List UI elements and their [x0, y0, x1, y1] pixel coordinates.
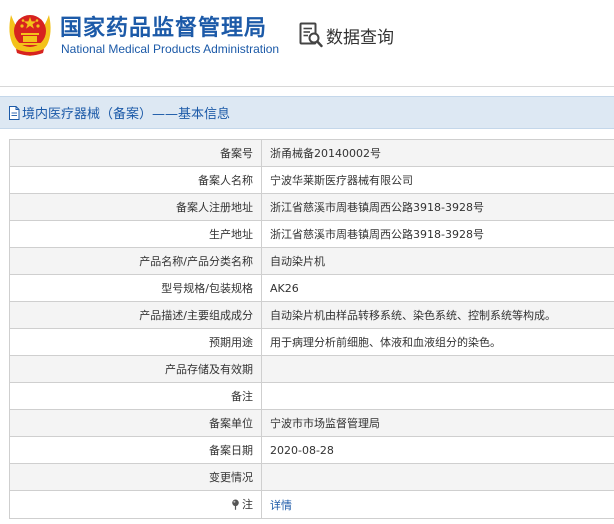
row-value: 自动染片机由样品转移系统、染色系统、控制系统等构成。	[261, 301, 614, 329]
note-label-cell: 注	[9, 490, 262, 519]
table-row: 产品名称/产品分类名称 自动染片机	[9, 247, 614, 275]
section-title: 境内医疗器械（备案）——基本信息	[22, 107, 231, 122]
data-query-label: 数据查询	[326, 27, 394, 48]
org-name-en: National Medical Products Administration	[61, 42, 280, 56]
table-row-note: 注 详情	[9, 490, 614, 519]
row-label: 备案人名称	[9, 166, 262, 194]
national-emblem-icon	[9, 15, 51, 56]
document-icon	[9, 105, 20, 120]
row-label: 备案日期	[9, 436, 262, 464]
row-label: 预期用途	[9, 328, 262, 356]
table-row: 备案日期 2020-08-28	[9, 436, 614, 464]
note-label: 注	[231, 496, 253, 512]
row-label: 产品名称/产品分类名称	[9, 247, 262, 275]
row-label: 备案号	[9, 139, 262, 167]
row-label: 备案单位	[9, 409, 262, 437]
org-name-cn: 国家药品监督管理局	[60, 16, 268, 41]
row-value: 用于病理分析前细胞、体液和血液组分的染色。	[261, 328, 614, 356]
note-label-text: 注	[242, 498, 253, 512]
table-row: 产品描述/主要组成成分 自动染片机由样品转移系统、染色系统、控制系统等构成。	[9, 301, 614, 329]
section-header: 境内医疗器械（备案）——基本信息	[0, 96, 614, 129]
record-detail-table: 备案号 浙甬械备20140002号 备案人名称 宁波华莱斯医疗器械有限公司 备案…	[9, 139, 614, 519]
row-label: 产品描述/主要组成成分	[9, 301, 262, 329]
header-divider	[0, 86, 614, 87]
site-header: 国家药品监督管理局 National Medical Products Admi…	[0, 0, 614, 80]
row-value: 宁波华莱斯医疗器械有限公司	[261, 166, 614, 194]
row-value: AK26	[261, 274, 614, 302]
detail-link[interactable]: 详情	[270, 499, 292, 512]
row-value	[261, 382, 614, 410]
table-row: 备案人注册地址 浙江省慈溪市周巷镇周西公路3918-3928号	[9, 193, 614, 221]
row-value: 浙江省慈溪市周巷镇周西公路3918-3928号	[261, 220, 614, 248]
table-row: 备案人名称 宁波华莱斯医疗器械有限公司	[9, 166, 614, 194]
row-value: 宁波市市场监督管理局	[261, 409, 614, 437]
row-value	[261, 355, 614, 383]
row-label: 生产地址	[9, 220, 262, 248]
data-query-link[interactable]: 数据查询	[299, 22, 394, 48]
table-row: 产品存储及有效期	[9, 355, 614, 383]
table-row: 备案号 浙甬械备20140002号	[9, 139, 614, 167]
row-label: 备案人注册地址	[9, 193, 262, 221]
row-value: 浙江省慈溪市周巷镇周西公路3918-3928号	[261, 193, 614, 221]
row-value: 2020-08-28	[261, 436, 614, 464]
table-row: 预期用途 用于病理分析前细胞、体液和血液组分的染色。	[9, 328, 614, 356]
row-value: 浙甬械备20140002号	[261, 139, 614, 167]
row-value	[261, 463, 614, 491]
row-label: 备注	[9, 382, 262, 410]
row-label: 变更情况	[9, 463, 262, 491]
table-row: 生产地址 浙江省慈溪市周巷镇周西公路3918-3928号	[9, 220, 614, 248]
search-document-icon	[299, 22, 323, 48]
table-row: 变更情况	[9, 463, 614, 491]
pin-icon	[232, 499, 239, 510]
table-row: 备案单位 宁波市市场监督管理局	[9, 409, 614, 437]
table-row: 备注	[9, 382, 614, 410]
row-label: 产品存储及有效期	[9, 355, 262, 383]
row-label: 型号规格/包装规格	[9, 274, 262, 302]
note-value-cell: 详情	[261, 490, 614, 519]
table-row: 型号规格/包装规格 AK26	[9, 274, 614, 302]
row-value: 自动染片机	[261, 247, 614, 275]
